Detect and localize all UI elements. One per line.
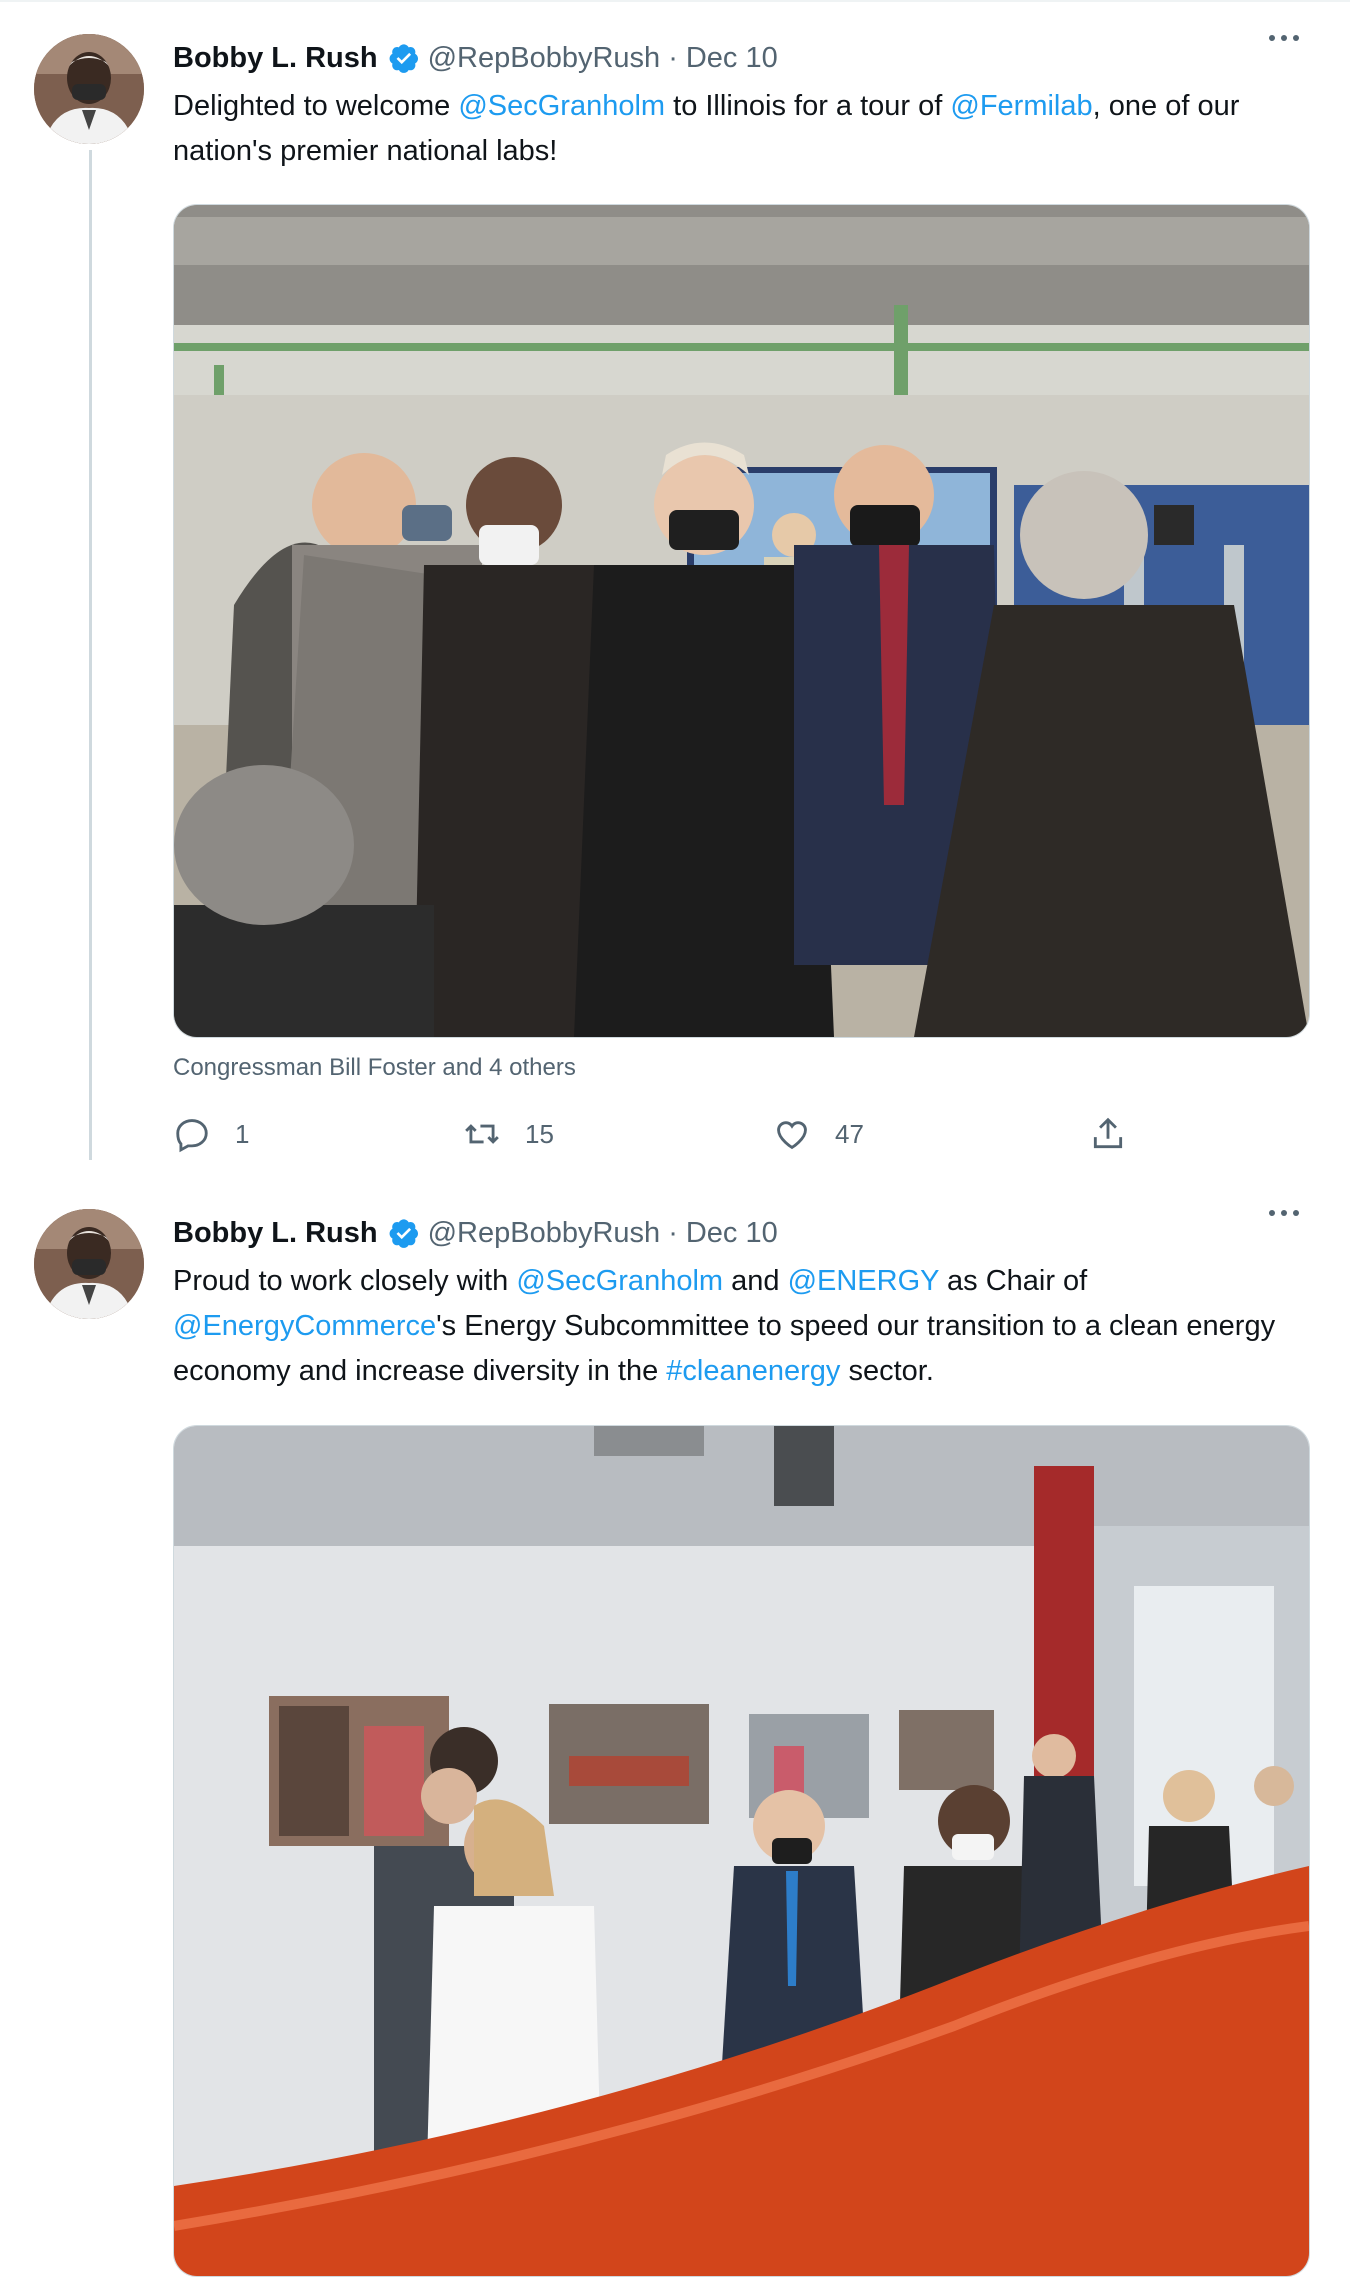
tweet-photo[interactable]: [173, 204, 1310, 1038]
text-segment: and: [723, 1265, 788, 1297]
text-segment: Proud to work closely with: [173, 1265, 517, 1297]
share-icon: [1093, 1117, 1123, 1149]
author-handle[interactable]: @RepBobbyRush: [428, 42, 661, 75]
tweet-actions: 1 15 47: [173, 1115, 1153, 1165]
text-segment: to Illinois for a tour of: [665, 90, 951, 122]
retweet-count: 15: [525, 1118, 554, 1149]
tweet-header: Bobby L. Rush @RepBobbyRush · Dec 10: [173, 1213, 778, 1253]
share-button[interactable]: [1089, 1115, 1151, 1153]
separator-dot: ·: [668, 41, 678, 74]
author-name[interactable]: Bobby L. Rush: [173, 1217, 378, 1250]
tweet-text: Proud to work closely with @SecGranholm …: [173, 1259, 1308, 1394]
avatar[interactable]: [34, 1209, 144, 1319]
mention-fermilab[interactable]: @Fermilab: [950, 90, 1092, 122]
verified-badge-icon: [389, 1219, 418, 1248]
text-segment: sector.: [840, 1355, 934, 1387]
author-name[interactable]: Bobby L. Rush: [173, 42, 378, 75]
like-icon: [777, 1121, 807, 1150]
top-divider: [0, 0, 1350, 2]
tweet-header: Bobby L. Rush @RepBobbyRush · Dec 10: [173, 38, 778, 78]
like-count: 47: [835, 1118, 864, 1149]
more-options-icon[interactable]: [1266, 1203, 1310, 1233]
mention-energy[interactable]: @ENERGY: [788, 1265, 939, 1297]
more-options-icon[interactable]: [1266, 28, 1310, 58]
separator-dot: ·: [668, 1216, 678, 1249]
mention-energycommerce[interactable]: @EnergyCommerce: [173, 1310, 436, 1342]
mention-secgranholm[interactable]: @SecGranholm: [458, 90, 665, 122]
reply-icon: [176, 1119, 208, 1153]
tweet-text: Delighted to welcome @SecGranholm to Ill…: [173, 84, 1308, 174]
mention-secgranholm[interactable]: @SecGranholm: [516, 1265, 723, 1297]
tweet-date[interactable]: Dec 10: [686, 42, 778, 75]
verified-badge-icon: [389, 44, 418, 73]
retweet-button[interactable]: 15: [463, 1115, 554, 1153]
photo-tag-caption[interactable]: Congressman Bill Foster and 4 others: [173, 1054, 576, 1082]
text-segment: as Chair of: [938, 1265, 1088, 1297]
tweet-date[interactable]: Dec 10: [686, 1217, 778, 1250]
hashtag-cleanenergy[interactable]: #cleanenergy: [666, 1355, 840, 1387]
tweet-photo[interactable]: [173, 1425, 1310, 2277]
text-segment: Delighted to welcome: [173, 90, 459, 122]
like-button[interactable]: 47: [773, 1115, 864, 1153]
thread-connector-line: [89, 150, 92, 1160]
avatar[interactable]: [34, 34, 144, 144]
reply-button[interactable]: 1: [173, 1115, 249, 1153]
retweet-icon: [465, 1124, 499, 1144]
reply-count: 1: [235, 1118, 250, 1149]
author-handle[interactable]: @RepBobbyRush: [428, 1217, 661, 1250]
